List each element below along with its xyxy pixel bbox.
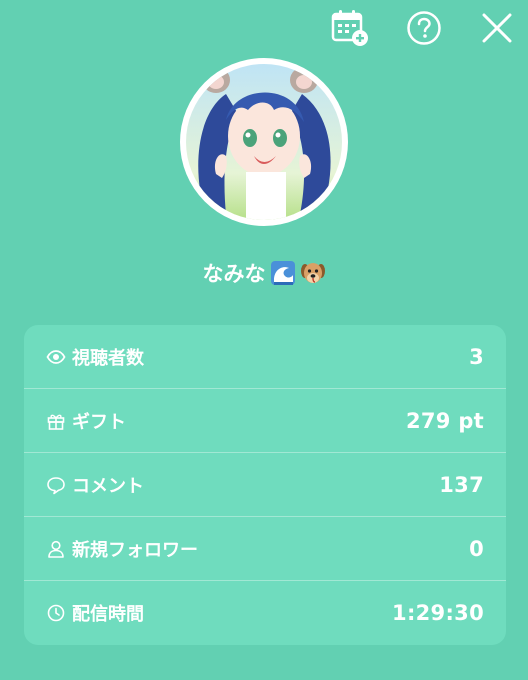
username: なみな [202, 262, 266, 286]
question-circle-icon [407, 11, 441, 45]
stat-value: 1:29:30 [392, 601, 484, 625]
close-icon [482, 13, 512, 43]
clock-icon [47, 604, 65, 622]
stat-row-stream-time: 配信時間 1:29:30 [24, 581, 506, 645]
stat-row-comments: コメント 137 [24, 453, 506, 517]
stat-label: 視聴者数 [72, 347, 144, 369]
comment-icon [47, 476, 65, 494]
top-bar [0, 0, 528, 60]
person-icon [48, 540, 64, 558]
stats-card: 視聴者数 3 ギフト 279 pt コメント 137 新規フォロワー 0 配信時… [24, 325, 506, 645]
dog-face-emoji [300, 263, 325, 283]
calendar-add-icon [331, 10, 368, 46]
stat-value: 279 pt [405, 408, 484, 433]
calendar-add-button[interactable] [330, 8, 370, 48]
stat-row-new-followers: 新規フォロワー 0 [24, 517, 506, 581]
stat-value: 0 [469, 536, 484, 561]
username-row: なみな [0, 258, 528, 288]
help-button[interactable] [404, 8, 444, 48]
gift-icon [47, 414, 65, 430]
stat-label: 配信時間 [72, 604, 144, 625]
stat-label: 新規フォロワー [72, 539, 198, 561]
stat-label: ギフト [72, 411, 126, 433]
stat-row-viewers: 視聴者数 3 [24, 325, 506, 389]
stat-label: コメント [72, 475, 144, 497]
wave-emoji [270, 261, 295, 285]
stat-row-gifts: ギフト 279 pt [24, 389, 506, 453]
avatar-image [186, 64, 342, 220]
eye-icon [46, 349, 66, 364]
close-button[interactable] [477, 8, 517, 48]
stat-value: 137 [439, 472, 484, 497]
avatar [180, 58, 348, 226]
stat-value: 3 [469, 344, 484, 369]
